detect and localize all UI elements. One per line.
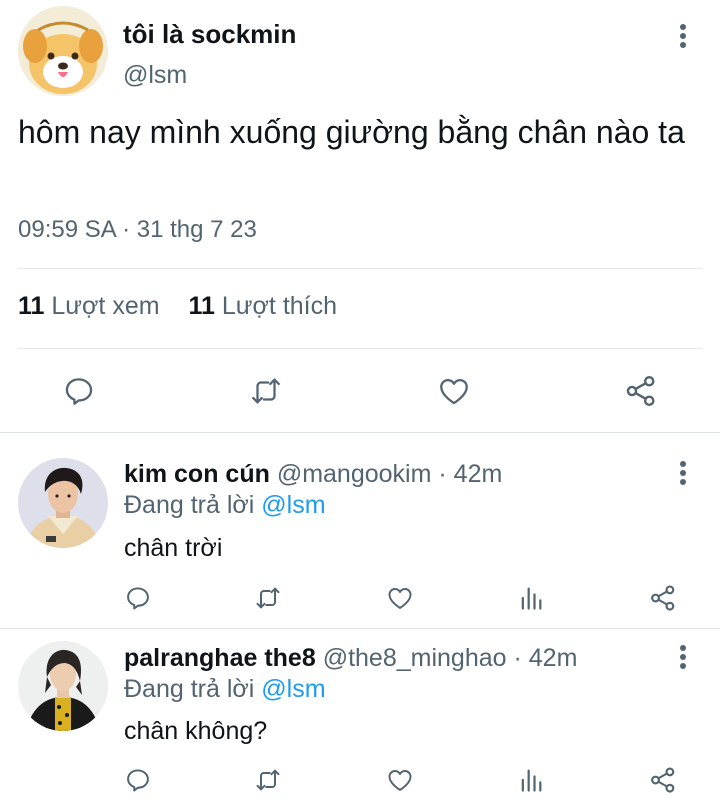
more-options-icon[interactable] [671, 19, 695, 53]
author-name[interactable]: tôi là sockmin [123, 19, 296, 50]
divider [18, 268, 702, 269]
more-options-icon[interactable] [671, 640, 695, 674]
reply-actions [0, 763, 720, 797]
retweet-icon[interactable] [245, 370, 287, 412]
likes-count: 11 [188, 292, 215, 320]
reply-time[interactable]: · 42m [513, 644, 577, 672]
reply-icon[interactable] [58, 370, 100, 412]
reply-author-name[interactable]: palranghae the8 [124, 644, 316, 672]
tweet-timestamp[interactable]: 09:59 SA · 31 thg 7 23 [18, 216, 257, 244]
author-avatar[interactable] [18, 6, 108, 96]
reply-author-handle[interactable]: @mangookim [277, 460, 432, 488]
reply-actions [0, 581, 720, 615]
divider [18, 348, 702, 349]
views-icon[interactable] [514, 581, 548, 615]
tweet-text: hôm nay mình xuống giường bằng chân nào … [18, 114, 685, 150]
tweet-stats: 11 Lượt xem 11 Lượt thích [18, 292, 337, 321]
replying-to-line: Đang trả lời @lsm [124, 491, 326, 520]
views-count: 11 [18, 292, 45, 320]
views-label[interactable]: Lượt xem [51, 292, 159, 320]
reply-author-line: palranghae the8 @the8_minghao · 42m [124, 644, 577, 673]
reply-author-line: kim con cún @mangookim · 42m [124, 460, 502, 489]
replying-to-prefix: Đang trả lời [124, 491, 255, 519]
replying-to-line: Đang trả lời @lsm [124, 675, 326, 704]
replying-to-mention[interactable]: @lsm [261, 675, 325, 703]
reply-time[interactable]: · 42m [438, 460, 502, 488]
like-icon[interactable] [433, 370, 475, 412]
more-options-icon[interactable] [671, 456, 695, 490]
like-icon[interactable] [383, 581, 417, 615]
reply-avatar[interactable] [18, 458, 108, 548]
like-icon[interactable] [383, 763, 417, 797]
share-icon[interactable] [646, 581, 680, 615]
reply-author-name[interactable]: kim con cún [124, 460, 270, 488]
main-tweet-actions [0, 370, 720, 412]
reply-tweet[interactable]: palranghae the8 @the8_minghao · 42m Đang… [0, 632, 720, 804]
likes-label[interactable]: Lượt thích [222, 292, 337, 320]
reply-icon[interactable] [121, 763, 155, 797]
tweet-detail-page: tôi là sockmin @lsm hôm nay mình xuống g… [0, 0, 720, 804]
views-icon[interactable] [514, 763, 548, 797]
reply-tweet[interactable]: kim con cún @mangookim · 42m Đang trả lờ… [0, 448, 720, 628]
author-handle[interactable]: @lsm [123, 61, 187, 90]
section-divider [0, 628, 720, 629]
replying-to-mention[interactable]: @lsm [261, 491, 325, 519]
retweet-icon[interactable] [251, 581, 285, 615]
reply-text: chân không? [124, 717, 268, 745]
section-divider [0, 432, 720, 433]
replying-to-prefix: Đang trả lời [124, 675, 255, 703]
share-icon[interactable] [620, 370, 662, 412]
share-icon[interactable] [646, 763, 680, 797]
reply-text: chân trời [124, 534, 223, 562]
reply-icon[interactable] [121, 581, 155, 615]
reply-avatar[interactable] [18, 641, 108, 731]
main-tweet-header: tôi là sockmin @lsm [18, 6, 708, 96]
retweet-icon[interactable] [251, 763, 285, 797]
reply-author-handle[interactable]: @the8_minghao [323, 644, 507, 672]
